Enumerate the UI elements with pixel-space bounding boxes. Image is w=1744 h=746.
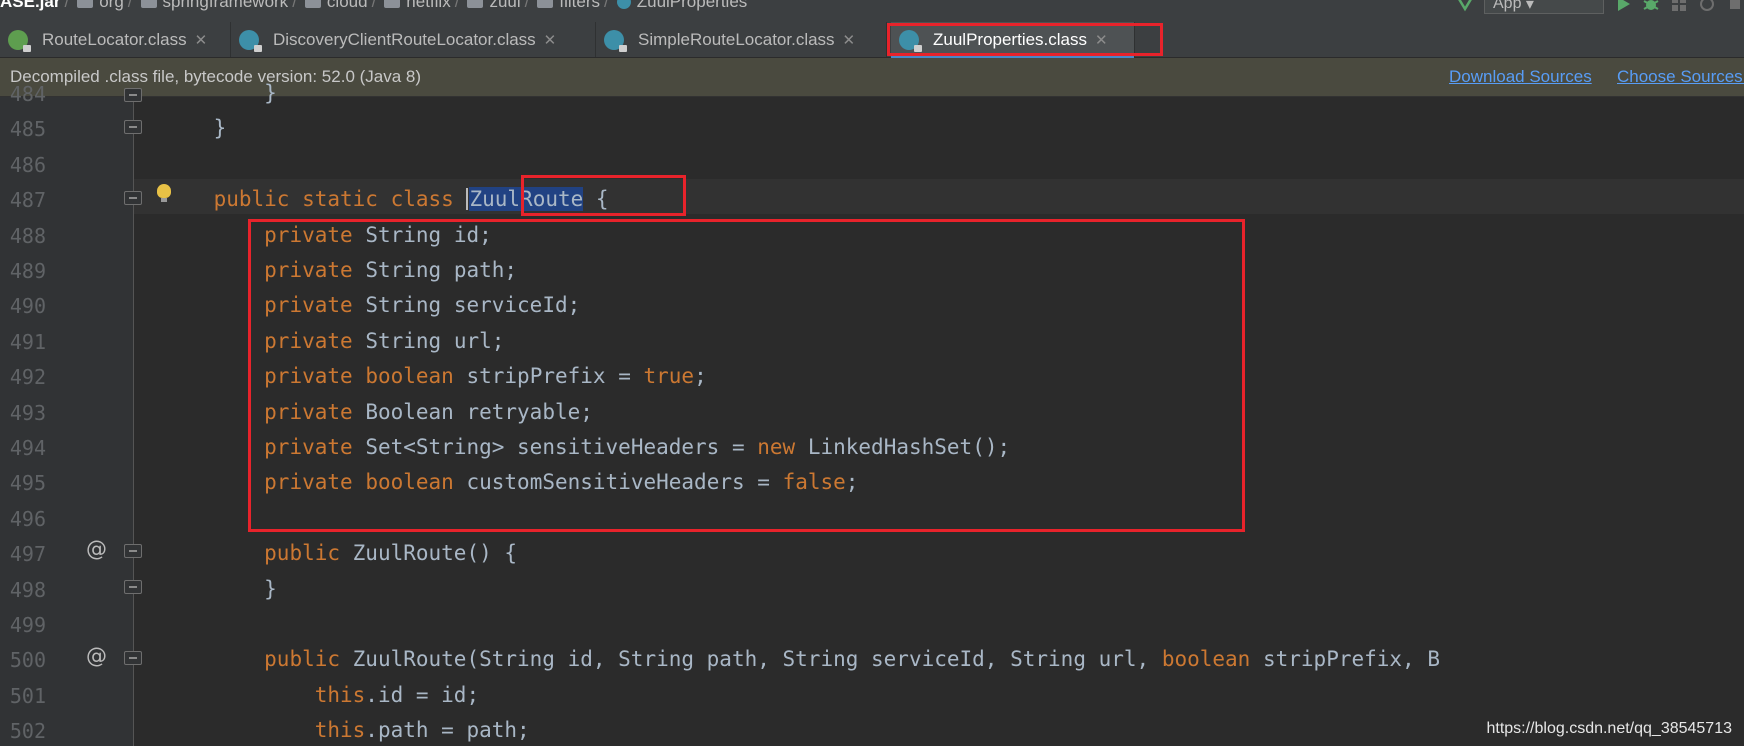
code-line[interactable]: this.path = path; [163, 718, 530, 742]
breadcrumb-item-springframework[interactable]: springframework / [133, 0, 297, 12]
line-number: 499 [9, 613, 46, 637]
breadcrumb: ASE.jar / org / springframework / cloud / ne… [0, 0, 1744, 22]
tab-discoveryclientroutelocator[interactable]: DiscoveryClientRouteLocator.class ✕ [231, 22, 596, 57]
code-line[interactable]: private String url; [163, 329, 504, 353]
line-number: 486 [9, 153, 46, 177]
line-number: 497 [9, 542, 46, 566]
code-line[interactable]: private Boolean retryable; [163, 400, 593, 424]
class-icon [616, 0, 631, 9]
fold-marker[interactable] [124, 580, 142, 594]
debug-icon[interactable] [1642, 0, 1660, 13]
code-line[interactable]: public ZuulRoute(String id, String path,… [163, 647, 1440, 671]
class-icon [899, 29, 922, 52]
code-line[interactable]: private boolean stripPrefix = true; [163, 364, 707, 388]
fold-marker[interactable] [124, 120, 142, 134]
close-icon[interactable]: ✕ [195, 31, 208, 49]
breadcrumb-item-zuulproperties[interactable]: ZuulProperties [609, 0, 747, 12]
interface-icon [8, 29, 31, 52]
fold-marker[interactable] [124, 88, 142, 102]
watermark: https://blog.csdn.net/qq_38545713 [1486, 720, 1732, 737]
tab-routelocator[interactable]: RouteLocator.class ✕ [0, 22, 231, 57]
breadcrumb-item-org[interactable]: org / [69, 0, 133, 12]
folder-icon [384, 0, 401, 8]
run-icon[interactable] [1614, 0, 1632, 13]
line-number: 488 [9, 224, 46, 248]
folder-icon [140, 0, 157, 8]
profile-icon[interactable] [1698, 0, 1716, 13]
line-number: 496 [9, 507, 46, 531]
breadcrumb-item-netflix[interactable]: netflix / [376, 0, 459, 12]
editor-tabs: RouteLocator.class ✕ DiscoveryClientRout… [0, 22, 1744, 58]
code-line[interactable]: this.id = id; [163, 683, 479, 707]
tab-simpleroutelocator[interactable]: SimpleRouteLocator.class ✕ [596, 22, 887, 57]
line-number: 493 [9, 401, 46, 425]
line-number: 494 [9, 436, 46, 460]
line-number: 487 [9, 188, 46, 212]
class-icon [239, 29, 262, 52]
code-line[interactable]: private Set<String> sensitiveHeaders = n… [163, 435, 1010, 459]
code-line[interactable]: private boolean customSensitiveHeaders =… [163, 470, 858, 494]
tab-label: SimpleRouteLocator.class [638, 29, 835, 49]
code-line[interactable]: } [163, 577, 277, 601]
code-line[interactable]: } [163, 116, 227, 140]
code-line[interactable]: public ZuulRoute() { [163, 541, 517, 565]
line-number: 498 [9, 578, 46, 602]
code-line[interactable]: private String path; [163, 258, 517, 282]
download-sources-link[interactable]: Download Sources [1449, 67, 1592, 87]
tab-label: ZuulProperties.class [933, 29, 1088, 49]
close-icon[interactable]: ✕ [843, 31, 856, 49]
fold-marker[interactable] [124, 651, 142, 665]
line-number: 502 [9, 719, 46, 743]
line-number: 495 [9, 471, 46, 495]
annotation-icon[interactable]: @ [86, 537, 107, 561]
code-line[interactable]: public static class ZuulRoute { [163, 187, 609, 211]
breadcrumb-item-jar[interactable]: ASE.jar / [0, 0, 69, 12]
folder-icon [77, 0, 94, 8]
code-line[interactable]: } [163, 81, 277, 105]
selected-identifier: ZuulRoute [469, 187, 584, 211]
close-icon[interactable]: ✕ [544, 31, 557, 49]
code-line[interactable]: private String serviceId; [163, 293, 580, 317]
stop-icon[interactable] [1726, 0, 1744, 13]
folder-icon [467, 0, 484, 8]
fold-marker[interactable] [124, 544, 142, 558]
close-icon[interactable]: ✕ [1095, 31, 1108, 49]
line-number: 485 [9, 117, 46, 141]
tab-label: DiscoveryClientRouteLocator.class [273, 29, 536, 49]
breadcrumb-item-zuul[interactable]: zuul / [459, 0, 529, 12]
run-config-select[interactable]: App ▾ [1484, 0, 1604, 14]
line-number: 500 [9, 648, 46, 672]
code-line[interactable]: private String id; [163, 223, 492, 247]
breadcrumb-item-filters[interactable]: filters / [529, 0, 609, 12]
tab-zuulproperties[interactable]: ZuulProperties.class ✕ [891, 22, 1135, 58]
coverage-icon[interactable] [1670, 0, 1688, 13]
line-number: 492 [9, 365, 46, 389]
line-number: 491 [9, 330, 46, 354]
build-icon[interactable] [1456, 0, 1474, 13]
annotation-icon[interactable]: @ [86, 644, 107, 668]
folder-icon [537, 0, 554, 8]
line-number: 501 [9, 684, 46, 708]
fold-marker[interactable] [124, 191, 142, 205]
line-number: 484 [9, 82, 46, 106]
line-number: 490 [9, 294, 46, 318]
breadcrumb-item-cloud[interactable]: cloud / [297, 0, 376, 12]
tab-label: RouteLocator.class [42, 29, 187, 49]
line-number: 489 [9, 259, 46, 283]
choose-sources-link[interactable]: Choose Sources... [1617, 67, 1744, 87]
folder-icon [304, 0, 321, 8]
class-icon [604, 29, 627, 52]
